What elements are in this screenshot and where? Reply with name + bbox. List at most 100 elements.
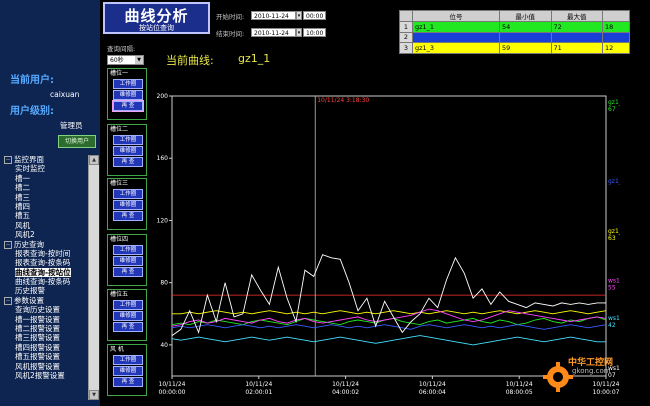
tree-group[interactable]: − 参数设置: [4, 296, 89, 305]
repair-button[interactable]: 维修圈: [113, 256, 143, 266]
query-button[interactable]: 再 查: [112, 100, 144, 112]
tree-item[interactable]: 报表查询-按条码: [4, 258, 89, 267]
station-group-title: 槽位三: [110, 180, 129, 187]
tree-item-label: 槽一报警设置: [15, 314, 60, 324]
series-current-value: 63: [608, 235, 616, 242]
tree-item-label: 参数设置: [14, 295, 44, 305]
station-group: 槽位一 工作圈 维修圈再 查: [107, 68, 147, 120]
series-label: ws1_1: [608, 278, 620, 285]
tree-item[interactable]: 历史报警: [4, 286, 89, 295]
work-button[interactable]: 工作圈: [113, 245, 143, 255]
repair-button[interactable]: 维修圈: [113, 311, 143, 321]
query-button[interactable]: 再 查: [113, 267, 143, 277]
query-button[interactable]: 再 查: [113, 377, 143, 387]
x-tick-label: 04:00:02: [332, 389, 359, 396]
start-time-field[interactable]: 00:00: [303, 11, 326, 20]
series-current-value: 55: [608, 285, 616, 292]
tree-item[interactable]: 槽三: [4, 193, 89, 202]
work-button[interactable]: 工作圈: [113, 189, 143, 199]
scroll-down-button[interactable]: ▼: [89, 390, 99, 400]
legend-cell-tag: gz1_1: [412, 21, 500, 33]
query-button[interactable]: 再 查: [113, 322, 143, 332]
tree-item-label: 槽一: [15, 173, 30, 183]
x-tick-label: 10/11/24: [159, 381, 186, 388]
cursor-label: 10/11/24 3:18:30: [317, 97, 369, 104]
station-group: 风 机工作圈 维修圈再 查: [107, 344, 147, 396]
tree-scrollbar[interactable]: ▲ ▼: [88, 155, 99, 400]
tree-item[interactable]: 槽四报警设置: [4, 343, 89, 352]
tree-item[interactable]: 报表查询-按时间: [4, 249, 89, 258]
tree-group[interactable]: − 监控界面: [4, 155, 89, 164]
tree-item[interactable]: 槽四: [4, 202, 89, 211]
legend-cell-value: 18: [602, 21, 630, 33]
repair-button[interactable]: 维修圈: [113, 90, 143, 100]
query-button[interactable]: 再 查: [113, 211, 143, 221]
collapse-icon[interactable]: −: [4, 296, 12, 305]
tree-item[interactable]: 风机报警设置: [4, 362, 89, 371]
tree-item[interactable]: 槽五报警设置: [4, 352, 89, 361]
tree-item[interactable]: 风机2: [4, 230, 89, 239]
tree-item-label: 槽五报警设置: [15, 352, 60, 362]
user-label: 当前用户:: [10, 68, 54, 87]
tree-item[interactable]: 风机: [4, 221, 89, 230]
tree-item[interactable]: 槽一: [4, 174, 89, 183]
legend-cell-index: 1: [399, 21, 413, 33]
legend-cell-value: [602, 31, 630, 43]
tree-item[interactable]: 曲线查询-按站位: [4, 267, 89, 277]
work-button[interactable]: 工作圈: [113, 355, 143, 365]
station-group-title: 槽位四: [110, 236, 129, 243]
scroll-up-button[interactable]: ▲: [89, 155, 99, 165]
tree-item-label: 槽四报警设置: [15, 342, 60, 352]
legend-header-min: 最小值: [499, 10, 552, 22]
end-date-field[interactable]: 2010-11-24: [251, 28, 296, 37]
series-current-value: 67: [608, 106, 616, 113]
tree-item[interactable]: 实时监控: [4, 164, 89, 173]
legend-row[interactable]: 1 gz1_1 54 72 18: [399, 21, 630, 33]
station-group: 槽位四工作圈 维修圈再 查: [107, 234, 147, 286]
tree-item-label: 曲线查询-按站位: [15, 267, 71, 277]
interval-select[interactable]: 60秒 ▼: [107, 55, 144, 65]
series-line-ws1_2: [171, 335, 606, 346]
tree-group[interactable]: − 历史查询: [4, 240, 89, 249]
start-date-spinner[interactable]: ▾: [296, 11, 302, 20]
current-curve-value: gz1_1: [238, 52, 271, 65]
tree-item[interactable]: 槽五: [4, 211, 89, 220]
station-group: 槽位二 工作圈 维修圈再 查: [107, 124, 147, 176]
legend-cell-min: 59: [499, 42, 552, 54]
level-label: 用户级别:: [10, 99, 54, 118]
tree-item-label: 监控界面: [14, 155, 44, 164]
collapse-icon[interactable]: −: [4, 240, 12, 249]
series-line-gz1_2: [171, 324, 607, 330]
collapse-icon[interactable]: −: [4, 156, 12, 164]
tree-item-label: 槽五: [15, 211, 30, 221]
tree-item[interactable]: 查询历史设置: [4, 305, 89, 314]
query-button[interactable]: 再 查: [113, 157, 143, 167]
legend-row[interactable]: 2: [399, 31, 630, 43]
work-button[interactable]: 工作圈: [113, 79, 143, 89]
tree-item[interactable]: 槽三报警设置: [4, 333, 89, 342]
chevron-down-icon[interactable]: ▼: [135, 56, 143, 64]
work-button[interactable]: 工作圈: [113, 300, 143, 310]
level-value: 管理员: [60, 113, 83, 132]
repair-button[interactable]: 维修圈: [113, 366, 143, 376]
repair-button[interactable]: 维修圈: [113, 146, 143, 156]
tree-item[interactable]: 槽二报警设置: [4, 324, 89, 333]
repair-button[interactable]: 维修圈: [113, 200, 143, 210]
tree-item-label: 曲线查询-按条码: [15, 277, 71, 287]
tree-item-label: 风机2: [15, 230, 35, 240]
series-label: gz1_2: [608, 178, 620, 185]
work-button[interactable]: 工作圈: [113, 135, 143, 145]
tree-item-label: 报表查询-按条码: [15, 258, 71, 268]
plot-frame: [171, 95, 607, 377]
interval-label: 查询间隔:: [107, 45, 136, 53]
tree-item[interactable]: 槽二: [4, 183, 89, 192]
end-time-field[interactable]: 10:00: [303, 28, 326, 37]
switch-user-button[interactable]: 切换用户: [58, 135, 96, 148]
tree-item[interactable]: 风机2报警设置: [4, 371, 89, 380]
x-tick-label: 06:00:04: [419, 389, 446, 396]
tree-item[interactable]: 槽一报警设置: [4, 315, 89, 324]
legend-row[interactable]: 3 gz1_3 59 71 12: [399, 42, 630, 54]
end-date-spinner[interactable]: ▾: [296, 28, 302, 37]
start-date-field[interactable]: 2010-11-24: [251, 11, 296, 20]
y-tick-label: 160: [157, 155, 169, 162]
